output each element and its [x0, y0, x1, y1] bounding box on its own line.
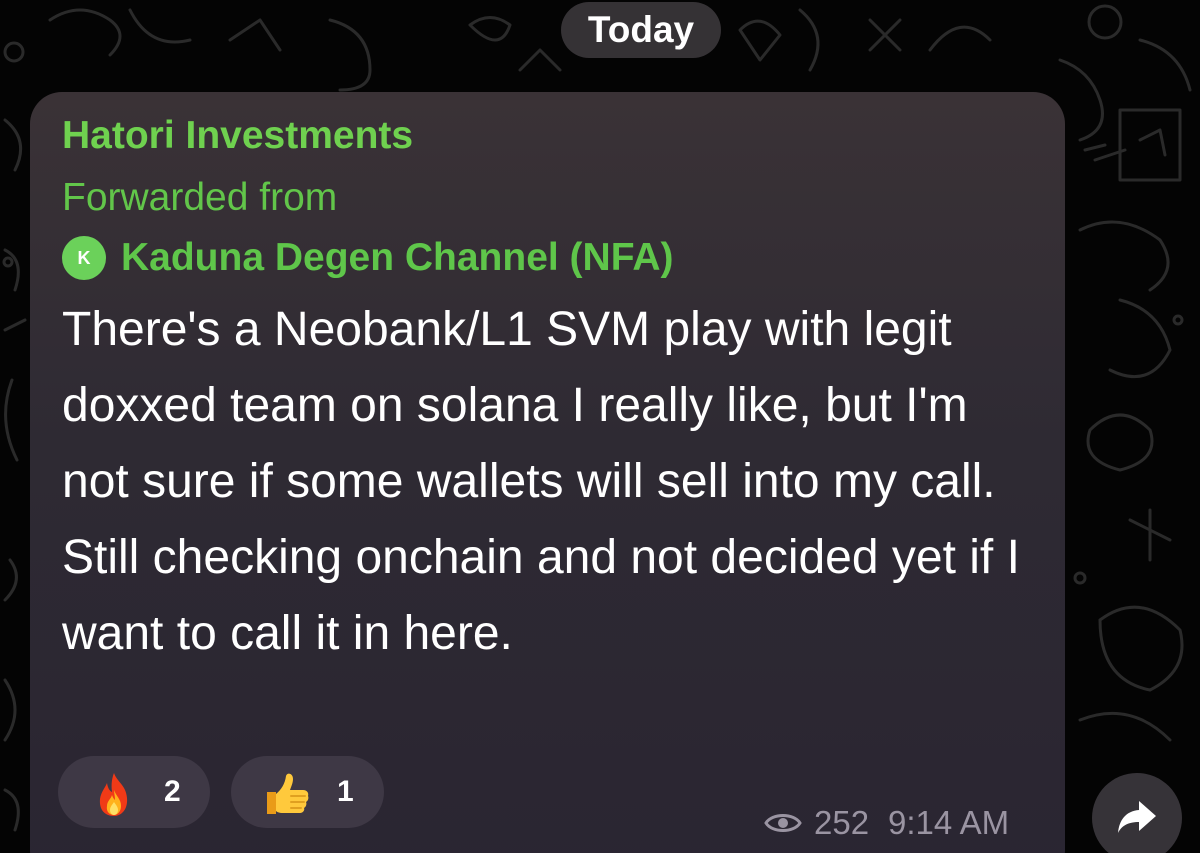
sender-name[interactable]: Hatori Investments [62, 112, 413, 160]
date-separator: Today [561, 2, 721, 58]
thumbs-up-icon [267, 773, 309, 814]
reaction-count: 1 [337, 775, 354, 808]
forwarded-label: Forwarded from [62, 176, 338, 219]
fire-icon [99, 773, 128, 816]
chat-view: Today Hatori Investments Forwarded from … [0, 0, 1200, 853]
eye-icon [764, 814, 802, 832]
forwarded-source-avatar[interactable]: K [62, 236, 106, 280]
message-text: There's a Neobank/L1 SVM play with legit… [62, 303, 1020, 660]
forwarded-source-name[interactable]: Kaduna Degen Channel (NFA) [121, 234, 674, 282]
share-arrow-icon [1118, 801, 1156, 833]
share-button[interactable] [1092, 773, 1182, 853]
reaction-count: 2 [164, 775, 181, 808]
reaction-thumbs-up[interactable]: 1 [231, 756, 384, 828]
message-time: 9:14 AM [888, 804, 1010, 841]
view-count: 252 [814, 804, 870, 841]
reaction-fire[interactable]: 2 [58, 756, 210, 828]
